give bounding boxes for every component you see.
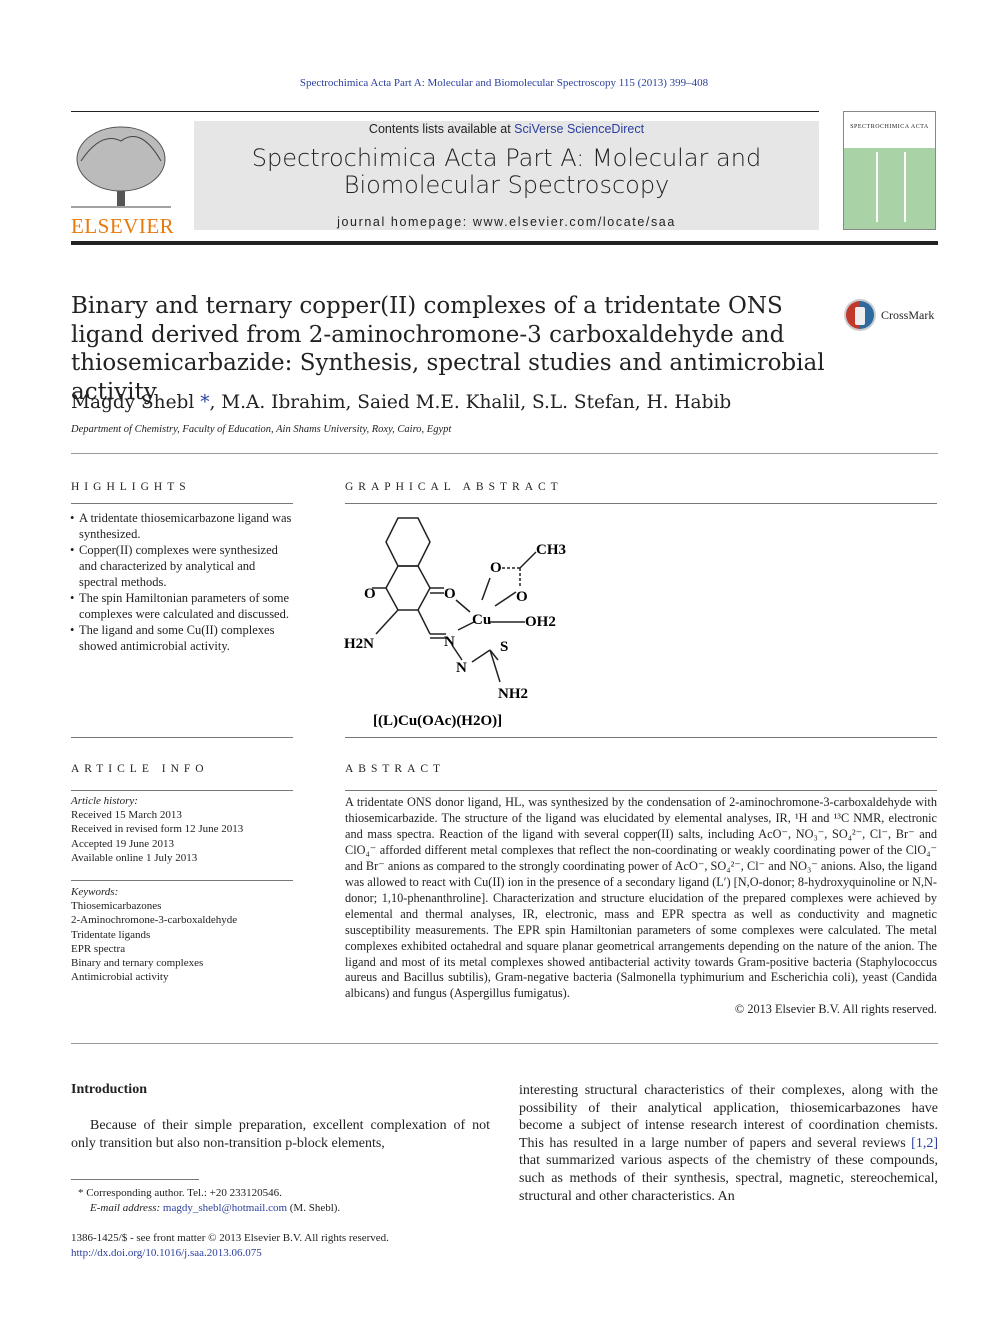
atom-label: H2N (344, 636, 374, 652)
divider (71, 503, 293, 504)
sciencedirect-link[interactable]: SciVerse ScienceDirect (514, 122, 644, 136)
journal-title: Spectrochimica Acta Part A: Molecular an… (194, 145, 819, 199)
introduction-heading: Introduction (71, 1082, 147, 1097)
crossmark-label: CrossMark (881, 307, 935, 322)
issn-line: 1386-1425/$ - see front matter © 2013 El… (71, 1232, 389, 1244)
keyword: Binary and ternary complexes (71, 957, 204, 970)
keyword: Antimicrobial activity (71, 971, 169, 984)
history-item: Accepted 19 June 2013 (71, 837, 174, 850)
abstract-heading: ABSTRACT (345, 763, 446, 775)
journal-title-line: Spectrochimica Acta Part A: Molecular an… (251, 144, 762, 172)
keywords-label: Keywords: (71, 886, 119, 898)
graphical-abstract-heading: GRAPHICAL ABSTRACT (345, 481, 563, 493)
doi-link[interactable]: http://dx.doi.org/10.1016/j.saa.2013.06.… (71, 1246, 389, 1261)
author-names: , M.A. Ibrahim, Saied M.E. Khalil, S.L. … (209, 392, 732, 413)
structure-caption: [(L)Cu(OAc)(H2O)] (373, 713, 502, 729)
journal-banner: Contents lists available at SciVerse Sci… (194, 121, 819, 230)
history-label: Article history: (71, 795, 138, 807)
highlight-item: A tridentate thiosemicarbazone ligand wa… (70, 510, 293, 542)
atom-label: NH2 (498, 686, 528, 702)
corresponding-author: Corresponding author. Tel.: +20 23312054… (86, 1187, 282, 1199)
page-footer: 1386-1425/$ - see front matter © 2013 El… (71, 1231, 389, 1261)
divider (71, 737, 293, 738)
chemical-structure: O O H2N N N S NH2 Cu OH2 O O CH3 [(L)Cu(… (344, 517, 566, 729)
divider (345, 503, 937, 504)
footnote-mark: * (78, 1187, 84, 1199)
history-item: Available online 1 July 2013 (71, 851, 198, 864)
body-text: interesting structural characteristics o… (519, 1083, 938, 1151)
crossmark-button[interactable]: CrossMark (843, 298, 934, 332)
tree-logo-icon (71, 126, 171, 208)
article-title: Binary and ternary copper(II) complexes … (71, 293, 825, 405)
divider (71, 453, 938, 454)
atom-label: CH3 (536, 542, 566, 558)
divider (71, 111, 819, 112)
atom-label: S (500, 639, 508, 655)
atom-label: N (444, 634, 455, 650)
highlights-heading: HIGHLIGHTS (71, 481, 191, 493)
divider (345, 790, 937, 791)
highlight-item: Copper(II) complexes were synthesized an… (70, 542, 293, 590)
abstract: A tridentate ONS donor ligand, HL, was s… (345, 795, 937, 1018)
divider (71, 880, 293, 881)
atom-label: N (456, 660, 467, 676)
atom-label: O (444, 586, 456, 602)
cover-title: SPECTROCHIMICA ACTA (844, 112, 935, 148)
benzene-ring (385, 517, 431, 567)
thick-divider (71, 241, 938, 245)
affiliation: Department of Chemistry, Faculty of Educ… (71, 424, 452, 435)
footnote: * Corresponding author. Tel.: +20 233120… (78, 1186, 340, 1216)
author-list: Magdy Shebl *, M.A. Ibrahim, Saied M.E. … (71, 392, 731, 413)
pyranone-ring (385, 565, 431, 611)
highlights-list: A tridentate thiosemicarbazone ligand wa… (70, 510, 293, 654)
abstract-text: A tridentate ONS donor ligand, HL, was s… (345, 795, 937, 1001)
contents-line: Contents lists available at SciVerse Sci… (194, 122, 819, 136)
atom-label: Cu (472, 612, 491, 628)
copyright: © 2013 Elsevier B.V. All rights reserved… (734, 1002, 937, 1017)
elsevier-wordmark: ELSEVIER (71, 214, 175, 238)
article-info-heading: ARTICLE INFO (71, 763, 209, 775)
crossmark-icon (844, 299, 876, 331)
email-label: E-mail address: (90, 1202, 163, 1214)
contents-prefix: Contents lists available at (368, 122, 515, 136)
keyword: Thiosemicarbazones (71, 900, 162, 913)
journal-cover[interactable]: SPECTROCHIMICA ACTA (843, 111, 936, 230)
journal-citation[interactable]: Spectrochimica Acta Part A: Molecular an… (0, 77, 992, 89)
atom-label: O (490, 560, 502, 576)
highlight-item: The ligand and some Cu(II) complexes sho… (70, 622, 293, 654)
atom-label: O (516, 589, 528, 605)
keyword: EPR spectra (71, 942, 126, 955)
article-history: Article history: Received 15 March 2013 … (71, 794, 293, 865)
keyword: 2-Aminochromone-3-carboxaldehyde (71, 914, 238, 927)
journal-homepage[interactable]: journal homepage: www.elsevier.com/locat… (194, 215, 819, 229)
email-suffix: (M. Shebl). (287, 1202, 341, 1214)
keywords: Keywords: Thiosemicarbazones 2-Aminochro… (71, 885, 293, 984)
introduction-right-text: interesting structural characteristics o… (519, 1082, 938, 1205)
atom-label: O (364, 586, 376, 602)
elsevier-logo[interactable]: ELSEVIER (71, 121, 174, 238)
body-text: that summarized various aspects of the c… (519, 1153, 938, 1204)
divider (345, 737, 937, 738)
atom-label: OH2 (525, 614, 556, 630)
email-link[interactable]: magdy_shebl@hotmail.com (163, 1202, 287, 1214)
article-page: Spectrochimica Acta Part A: Molecular an… (0, 0, 992, 1323)
history-item: Received 15 March 2013 (71, 809, 182, 822)
author-name[interactable]: Magdy Shebl (71, 392, 194, 413)
divider (71, 1043, 938, 1044)
keyword: Tridentate ligands (71, 928, 151, 941)
journal-title-line: Biomolecular Spectroscopy (343, 171, 670, 199)
divider (71, 1179, 199, 1180)
highlight-item: The spin Hamiltonian parameters of some … (70, 590, 293, 622)
reference-link[interactable]: [1,2] (911, 1136, 938, 1151)
history-item: Received in revised form 12 June 2013 (71, 823, 244, 836)
introduction-left-text: Because of their simple preparation, exc… (71, 1118, 490, 1151)
divider (71, 790, 293, 791)
